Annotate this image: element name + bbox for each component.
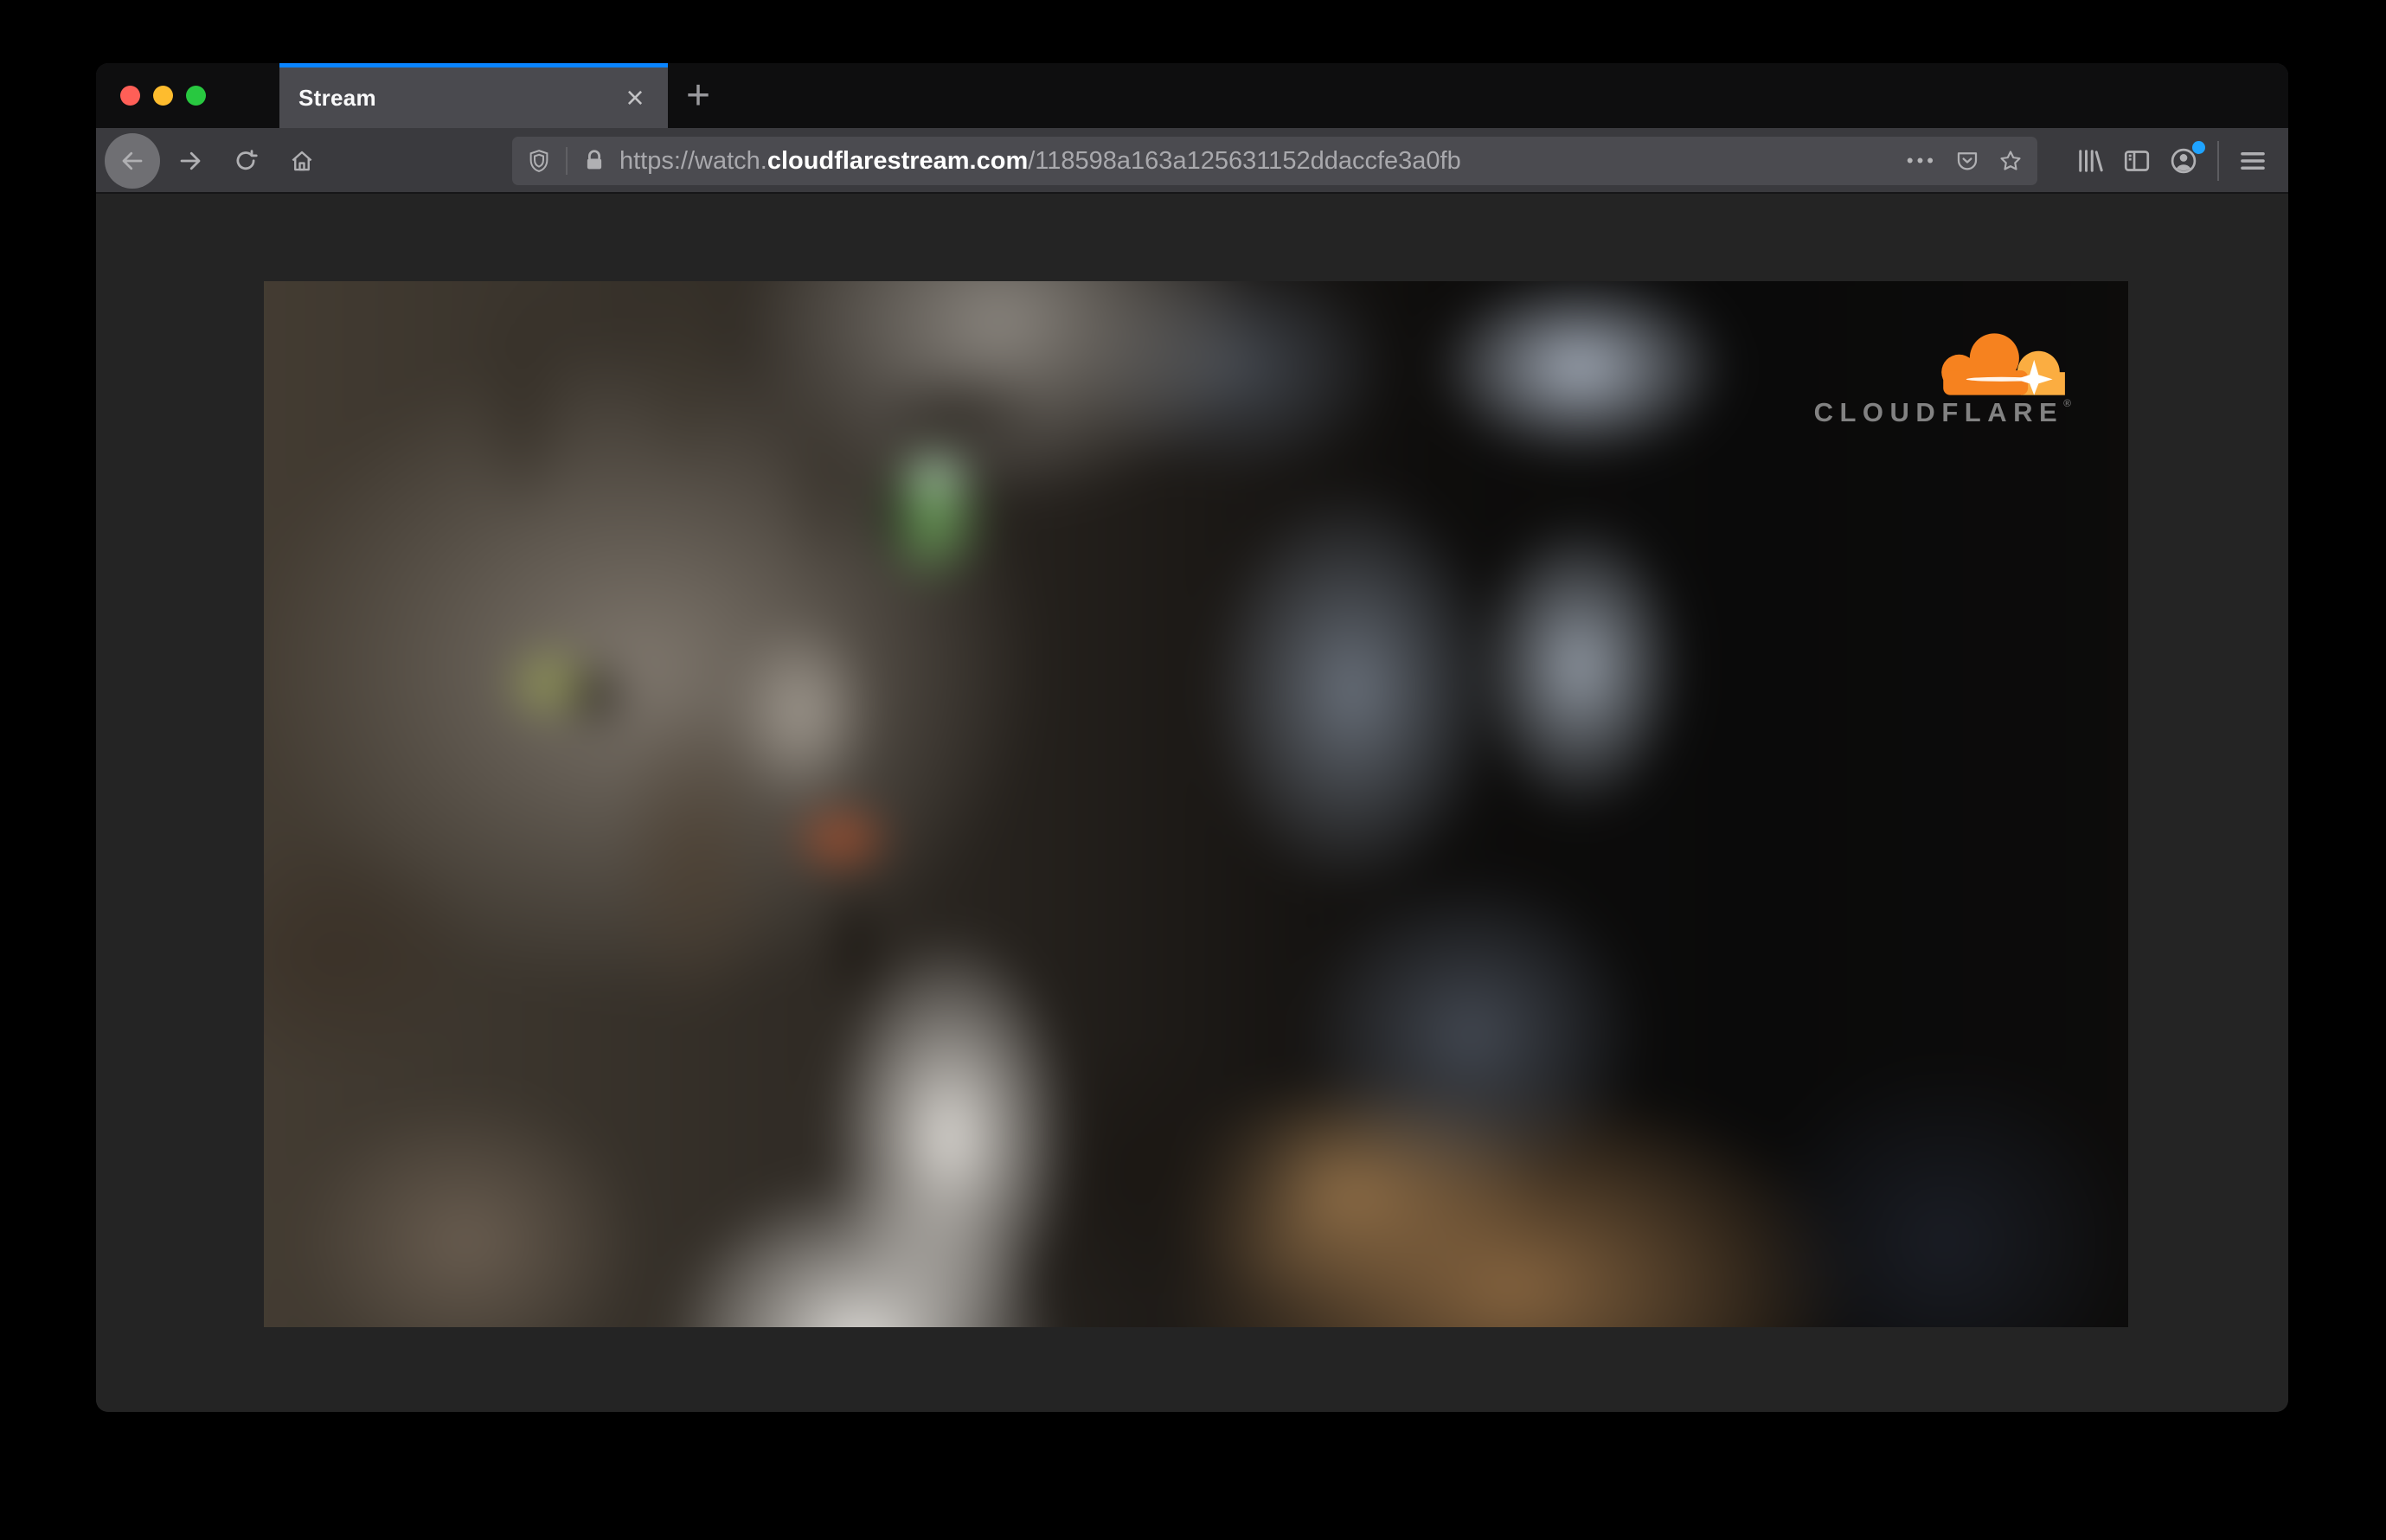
screen: Stream × + https://watch.cloudflarestrea… bbox=[0, 0, 2386, 1540]
library-button[interactable] bbox=[2067, 138, 2113, 184]
url-path: /118598a163a125631152ddaccfe3a0fb bbox=[1028, 146, 1461, 175]
home-icon bbox=[289, 148, 315, 174]
library-icon bbox=[2075, 145, 2106, 176]
back-icon bbox=[119, 148, 145, 174]
sidebar-button[interactable] bbox=[2113, 138, 2160, 184]
url-text: https://watch.cloudflarestream.com/11859… bbox=[619, 147, 1896, 176]
traffic-light-zoom[interactable] bbox=[186, 86, 206, 106]
traffic-light-minimize[interactable] bbox=[153, 86, 173, 106]
sidebar-icon bbox=[2121, 145, 2152, 176]
window-controls bbox=[120, 63, 206, 128]
account-button[interactable] bbox=[2160, 138, 2207, 184]
urlbar-divider bbox=[566, 147, 568, 175]
toolbar-divider bbox=[2217, 141, 2219, 181]
page-actions-icon[interactable]: ••• bbox=[1907, 150, 1937, 172]
tab-title: Stream bbox=[298, 84, 376, 111]
reload-button[interactable] bbox=[222, 138, 269, 184]
navigation-toolbar: https://watch.cloudflarestream.com/11859… bbox=[96, 128, 2288, 194]
trademark-mark: ® bbox=[2063, 397, 2071, 409]
cloudflare-cloud-icon bbox=[1941, 333, 2065, 395]
menu-icon bbox=[2237, 145, 2268, 176]
browser-window: Stream × + https://watch.cloudflarestrea… bbox=[96, 63, 2288, 1412]
video-frame-cat bbox=[264, 281, 2128, 1327]
tab-bar: Stream × + bbox=[96, 63, 2288, 128]
new-tab-button[interactable]: + bbox=[674, 72, 722, 120]
url-prefix: https://watch. bbox=[619, 146, 767, 175]
traffic-light-close[interactable] bbox=[120, 86, 140, 106]
forward-button[interactable] bbox=[167, 138, 214, 184]
bookmark-star-icon[interactable] bbox=[1998, 148, 2024, 174]
forward-icon bbox=[177, 148, 203, 174]
menu-button[interactable] bbox=[2229, 138, 2276, 184]
close-tab-icon[interactable]: × bbox=[618, 80, 652, 115]
cloudflare-logo: CLOUDFLARE® bbox=[1814, 333, 2071, 428]
tab-stream[interactable]: Stream × bbox=[279, 63, 668, 128]
shield-icon[interactable] bbox=[526, 148, 552, 174]
back-button[interactable] bbox=[105, 133, 160, 189]
url-domain: cloudflarestream.com bbox=[766, 146, 1029, 175]
page-content: CLOUDFLARE® bbox=[96, 196, 2288, 1412]
pocket-icon[interactable] bbox=[1954, 148, 1980, 174]
video-player[interactable]: CLOUDFLARE® bbox=[264, 281, 2128, 1327]
reload-icon bbox=[233, 148, 259, 174]
new-tab-icon: + bbox=[685, 73, 711, 119]
toolbar-right-group bbox=[2067, 138, 2276, 184]
url-input[interactable]: https://watch.cloudflarestream.com/11859… bbox=[512, 137, 2037, 185]
home-button[interactable] bbox=[279, 138, 325, 184]
lock-icon[interactable] bbox=[581, 148, 607, 174]
cloudflare-wordmark: CLOUDFLARE® bbox=[1813, 397, 2071, 427]
account-notification-dot bbox=[2192, 141, 2205, 154]
